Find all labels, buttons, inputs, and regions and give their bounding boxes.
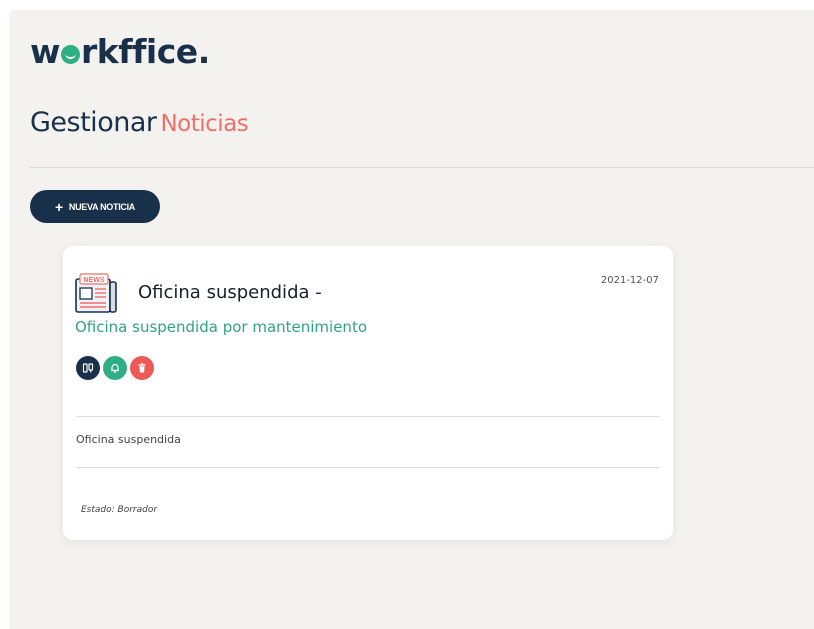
logo-text-end: rkffice.	[81, 32, 210, 71]
news-date: 2021-12-07	[600, 275, 659, 286]
bell-icon	[111, 363, 119, 374]
new-news-button[interactable]: + NUEVA NOTICIA	[30, 190, 160, 223]
logo-o-mark-icon	[61, 45, 80, 64]
new-news-label: NUEVA NOTICIA	[68, 201, 135, 212]
header-divider	[30, 167, 814, 168]
edit-news-button[interactable]	[76, 356, 100, 380]
news-card: NEWS Oficina suspendida - 2021-12-07 Ofi…	[63, 246, 673, 540]
edit-icon	[82, 363, 94, 373]
card-divider	[76, 467, 660, 468]
page-title: Gestionar Noticias	[30, 107, 249, 138]
delete-news-button[interactable]	[130, 356, 154, 380]
notify-news-button[interactable]	[103, 356, 127, 380]
plus-icon: +	[55, 198, 63, 215]
logo-text-start: w	[30, 32, 61, 71]
news-title: Oficina suspendida -	[138, 282, 322, 303]
news-subtitle: Oficina suspendida por mantenimiento	[75, 318, 368, 336]
news-body: Oficina suspendida	[76, 433, 181, 446]
page-background: w rkffice. Gestionar Noticias + NUEVA NOTI…	[10, 10, 814, 629]
newspaper-icon-label: NEWS	[84, 277, 105, 284]
news-status: Estado: Borrador	[81, 505, 158, 515]
newspaper-icon: NEWS	[75, 273, 117, 313]
card-divider	[76, 416, 660, 417]
trash-icon	[138, 363, 146, 373]
page-title-accent: Noticias	[160, 111, 249, 137]
workffice-logo[interactable]: w rkffice.	[30, 28, 210, 68]
news-actions	[76, 356, 154, 380]
page-title-main: Gestionar	[30, 107, 157, 138]
